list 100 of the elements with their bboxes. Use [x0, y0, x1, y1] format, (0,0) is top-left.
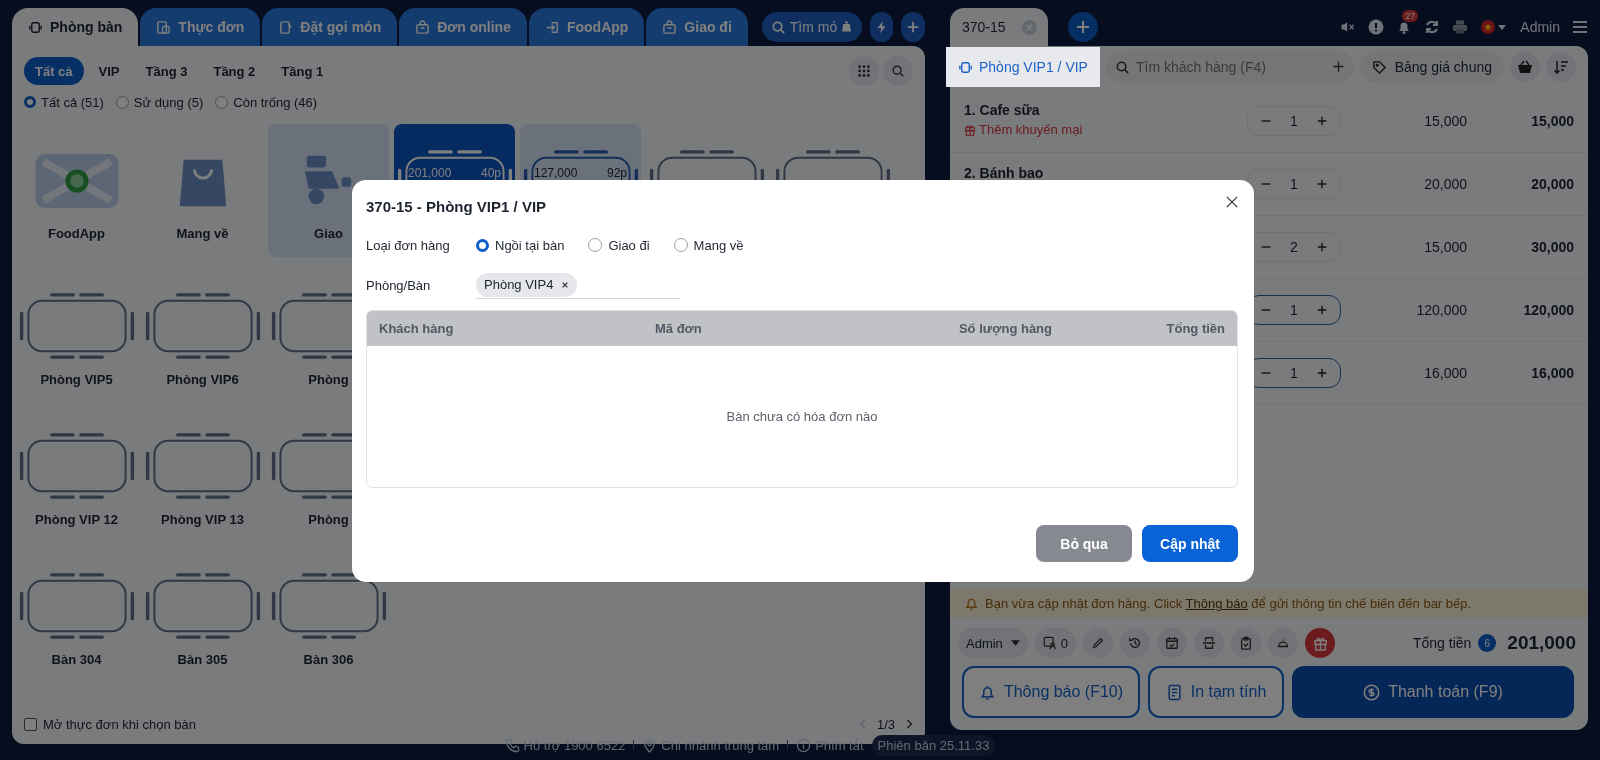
plus-icon[interactable] — [1316, 367, 1328, 379]
nav-tab[interactable]: Thực đơn — [140, 8, 261, 46]
status-filter-radio[interactable]: Sử dụng (5) — [115, 94, 204, 110]
area-tab[interactable]: VIP — [87, 57, 131, 85]
add-promotion-link[interactable]: Thêm khuyến mại — [964, 122, 1247, 137]
nav-tab[interactable]: Phòng bàn — [12, 8, 139, 46]
total-label: Tổng tiền — [1412, 635, 1472, 651]
dialog-button[interactable]: Cập nhật — [1142, 525, 1238, 562]
user-name[interactable]: Admin — [1520, 19, 1560, 35]
scale-icon[interactable] — [839, 20, 853, 33]
remove-icon[interactable] — [561, 280, 570, 289]
notice-text: Bạn vừa cập nhật đơn hàng. Click Thông báo để gửi thông tin chế biến đến bar bếp. — [985, 596, 1472, 611]
quantity-stepper[interactable]: 1 — [1247, 169, 1341, 199]
add-button[interactable] — [901, 12, 925, 42]
calendar-icon — [1165, 636, 1180, 650]
empty-message: Bàn chưa có hóa đơn nào — [726, 409, 878, 424]
action-button[interactable]: In tạm tính — [1148, 666, 1284, 718]
order-type-radio[interactable]: Ngồi tại bàn — [476, 237, 565, 253]
calendar-button[interactable] — [1157, 628, 1188, 658]
grid-icon — [857, 64, 871, 78]
menu-icon[interactable] — [1572, 19, 1588, 35]
plus-icon[interactable] — [1316, 304, 1328, 316]
pencil-icon — [1091, 636, 1106, 650]
cloche-button[interactable] — [1268, 628, 1299, 658]
field-label: Phòng/Bàn — [366, 277, 432, 293]
tile-label: Phòng VIP5 — [40, 372, 113, 387]
bell-icon — [964, 596, 979, 611]
phone-icon — [504, 737, 520, 753]
printer-icon[interactable] — [1452, 19, 1469, 35]
action-button[interactable]: Thanh toán (F9) — [1292, 666, 1574, 718]
split-icon — [1202, 636, 1217, 650]
search-icon — [770, 19, 786, 35]
plus-icon — [906, 20, 921, 34]
dialog-button[interactable]: Bỏ qua — [1036, 525, 1132, 562]
map-pin-icon[interactable] — [32, 152, 121, 210]
area-tab[interactable]: Tầng 1 — [270, 57, 335, 85]
sort-button[interactable] — [1546, 52, 1576, 82]
plus-icon[interactable] — [1316, 115, 1328, 127]
gift-icon — [964, 123, 976, 136]
notification-badge: 27 — [1402, 10, 1419, 22]
nav-tab[interactable]: Đặt gọi món — [262, 8, 398, 46]
plus-icon[interactable] — [1331, 60, 1345, 73]
area-tab[interactable]: Tầng 3 — [134, 57, 199, 85]
nav-tab[interactable]: Đơn online — [399, 8, 527, 46]
dining-table-drawing[interactable] — [269, 572, 388, 640]
alert-icon[interactable] — [1368, 19, 1385, 35]
order-type-radio[interactable]: Giao đi — [588, 237, 650, 253]
flash-button[interactable] — [869, 12, 894, 42]
table-amount: 127,000 — [534, 166, 578, 180]
nav-tab[interactable]: FoodApp — [528, 8, 645, 46]
dollar-icon — [1363, 683, 1381, 701]
price-list-button[interactable]: Bảng giá chung — [1359, 51, 1504, 83]
page-indicator: 1/3 — [876, 716, 895, 732]
unit-price: 15,000 — [1423, 239, 1467, 255]
grid-view-button[interactable] — [849, 56, 879, 86]
line-total: 15,000 — [1530, 113, 1574, 129]
status-filter-radio[interactable]: Còn trống (46) — [215, 94, 318, 110]
table-icon — [28, 19, 43, 35]
order-tab[interactable]: 370-15 — [950, 8, 1048, 46]
login-icon — [544, 19, 560, 35]
customer-search-field[interactable]: Tìm khách hàng (F4) — [1105, 51, 1354, 83]
new-order-button[interactable] — [1068, 12, 1098, 42]
tile-label: Bàn 306 — [303, 652, 354, 667]
edit-button[interactable] — [1083, 628, 1114, 658]
status-filter-radio[interactable]: Tất cả (51) — [24, 94, 104, 110]
refresh-icon[interactable] — [1424, 19, 1441, 35]
open-menu-checkbox[interactable]: Mở thực đơn khi chọn bàn — [24, 716, 196, 732]
guest-count-button[interactable]: 0 — [1034, 628, 1077, 658]
table-duration: 40p — [480, 166, 501, 180]
quantity-stepper[interactable]: 1 — [1247, 106, 1341, 136]
split-button[interactable] — [1194, 628, 1225, 658]
order-type-radio[interactable]: Mang về — [673, 237, 744, 253]
column-header: Khách hàng — [379, 321, 455, 336]
unit-price: 15,000 — [1423, 113, 1467, 129]
gift-icon — [1312, 635, 1328, 651]
nav-tab[interactable]: Giao đi — [646, 8, 748, 46]
tile-label: Phòng — [308, 372, 349, 387]
clipboard-icon — [1239, 636, 1254, 650]
area-tab[interactable]: Tất cả — [24, 57, 84, 85]
search-button[interactable] — [883, 56, 913, 86]
table-chip[interactable]: Phòng VIP4 — [476, 272, 578, 297]
history-button[interactable] — [1120, 628, 1151, 658]
table-field[interactable]: Phòng VIP4 — [476, 271, 681, 299]
unit-price: 120,000 — [1415, 302, 1467, 318]
plus-icon[interactable] — [1316, 178, 1328, 190]
area-tab[interactable]: Tầng 2 — [202, 57, 267, 85]
staff-dropdown[interactable]: Admin — [958, 628, 1028, 658]
unit-price: 20,000 — [1423, 176, 1467, 192]
notify-link[interactable]: Thông báo — [1185, 596, 1248, 611]
line-total: 20,000 — [1530, 176, 1574, 192]
plus-icon[interactable] — [1316, 241, 1328, 253]
gift-button[interactable] — [1305, 628, 1336, 658]
flag-icon[interactable] — [1480, 19, 1509, 35]
table-selector[interactable]: Phòng VIP1 / VIP — [946, 47, 1100, 87]
next-page-icon[interactable] — [905, 718, 913, 730]
clipboard-button[interactable] — [1231, 628, 1262, 658]
dish-search-field[interactable]: Tìm mó — [761, 12, 862, 42]
basket-button[interactable] — [1510, 52, 1540, 82]
close-icon[interactable] — [1226, 196, 1238, 208]
action-button[interactable]: Thông báo (F10) — [962, 666, 1140, 718]
